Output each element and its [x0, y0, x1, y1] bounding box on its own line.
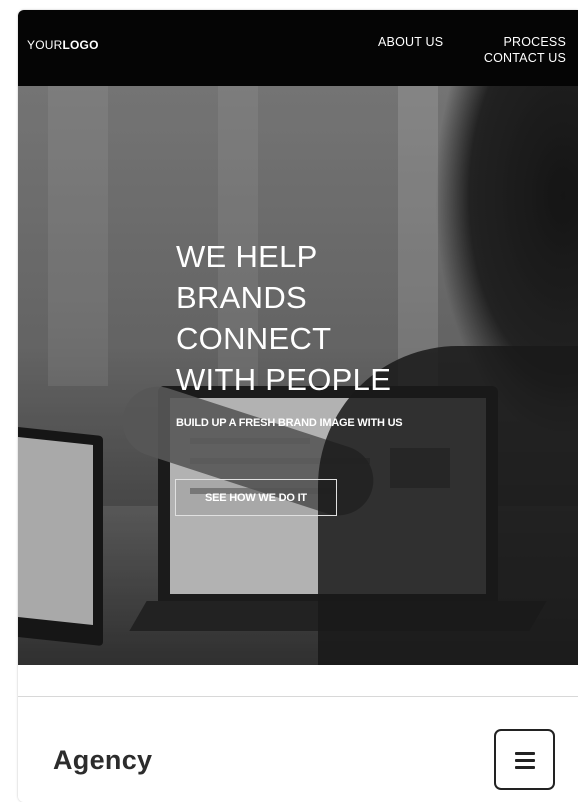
hero-title-line: WITH PEOPLE: [176, 362, 392, 397]
brand-name[interactable]: Agency: [53, 745, 152, 776]
website-preview-frame: YOURLOGO ABOUT US PROCESS CONTACT US WE …: [18, 10, 578, 802]
see-how-we-do-it-button[interactable]: SEE HOW WE DO IT: [175, 479, 337, 516]
site-logo[interactable]: YOURLOGO: [27, 38, 99, 52]
nav-link-about-us[interactable]: ABOUT US: [378, 35, 443, 49]
nav-link-contact-us[interactable]: CONTACT US: [484, 51, 566, 65]
hero-title-line: WE HELP: [176, 239, 318, 274]
mobile-header-bar: Agency: [18, 696, 578, 802]
nav-link-process[interactable]: PROCESS: [503, 35, 566, 49]
hero-subtitle: BUILD UP A FRESH BRAND IMAGE WITH US: [176, 417, 403, 429]
hero-section: WE HELP BRANDS CONNECT WITH PEOPLE BUILD…: [18, 86, 578, 665]
logo-light-text: YOUR: [27, 38, 63, 52]
hamburger-menu-button[interactable]: [494, 729, 555, 790]
hero-title-line: CONNECT: [176, 321, 332, 356]
hero-title: WE HELP BRANDS CONNECT WITH PEOPLE: [176, 236, 476, 400]
top-navigation: YOURLOGO ABOUT US PROCESS CONTACT US: [18, 10, 578, 86]
hero-title-line: BRANDS: [176, 280, 307, 315]
logo-bold-text: LOGO: [62, 38, 99, 52]
